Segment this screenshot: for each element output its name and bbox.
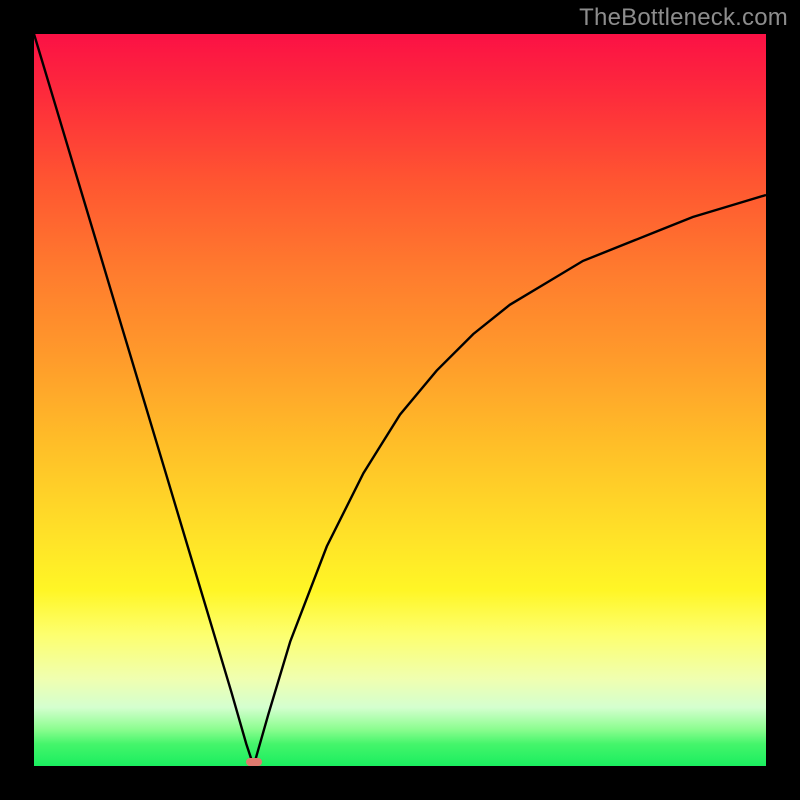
plot-area — [34, 34, 766, 766]
bottleneck-curve — [34, 34, 766, 766]
curve-path — [34, 34, 766, 766]
notch-marker — [246, 758, 262, 766]
chart-frame: TheBottleneck.com — [0, 0, 800, 800]
watermark-text: TheBottleneck.com — [579, 4, 788, 32]
